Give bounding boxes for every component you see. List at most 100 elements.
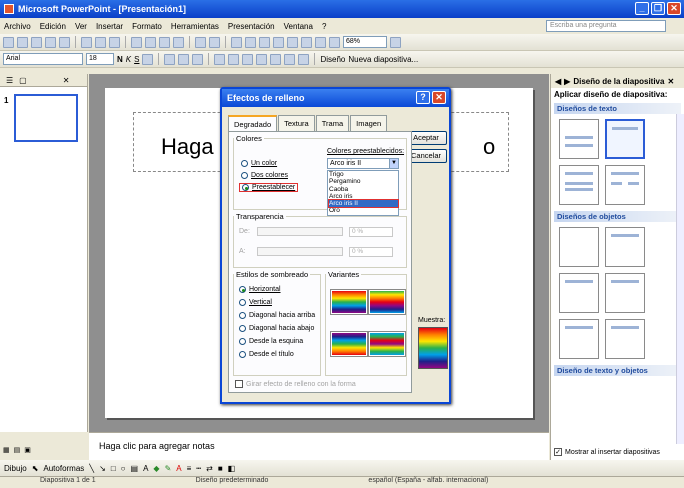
- fill-color-icon[interactable]: ◆: [153, 464, 159, 473]
- draw-menu[interactable]: Dibujo: [4, 464, 27, 473]
- layout-content-mixed[interactable]: [605, 319, 645, 359]
- rotate-with-shape[interactable]: Girar efecto de relleno con la forma: [235, 380, 356, 388]
- copy-icon[interactable]: [145, 36, 156, 48]
- align-left-icon[interactable]: [164, 53, 176, 65]
- wordart-icon[interactable]: A: [143, 464, 148, 473]
- 3d-style-icon[interactable]: ◧: [228, 464, 236, 473]
- close-pane-icon[interactable]: ✕: [63, 76, 70, 85]
- new-slide-button[interactable]: Nueva diapositiva...: [348, 55, 418, 64]
- numbering-icon[interactable]: [214, 53, 226, 65]
- radio-preset[interactable]: Preestablecer: [239, 183, 299, 192]
- normal-view-icon[interactable]: ▦: [3, 446, 10, 454]
- redo-icon[interactable]: [209, 36, 220, 48]
- print-icon[interactable]: [81, 36, 92, 48]
- line-style-icon[interactable]: ≡: [187, 464, 192, 473]
- new-icon[interactable]: [3, 36, 14, 48]
- sorter-view-icon[interactable]: ▤: [14, 446, 21, 454]
- style-diagonal-up[interactable]: Diagonal hacia arriba: [239, 312, 315, 319]
- color-grayscale-icon[interactable]: [329, 36, 340, 48]
- layout-title-slide[interactable]: [559, 119, 599, 159]
- slideshow-view-icon[interactable]: ▣: [24, 446, 31, 454]
- variant-1[interactable]: [330, 289, 368, 315]
- preset-option[interactable]: Caoba: [329, 186, 398, 193]
- menu-insertar[interactable]: Insertar: [96, 22, 123, 31]
- preset-colors-list[interactable]: Trigo Pergamino Caoba Arco iris Arco iri…: [327, 170, 399, 216]
- italic-button[interactable]: K: [126, 55, 131, 64]
- undo-icon[interactable]: [195, 36, 206, 48]
- font-color-draw-icon[interactable]: A: [176, 464, 181, 473]
- oval-icon[interactable]: ○: [121, 464, 126, 473]
- autoshapes-menu[interactable]: Autoformas: [43, 464, 84, 473]
- layout-two-content[interactable]: [605, 273, 645, 313]
- close-task-pane-icon[interactable]: ✕: [667, 77, 674, 86]
- menu-ver[interactable]: Ver: [75, 22, 87, 31]
- open-icon[interactable]: [17, 36, 28, 48]
- help-icon[interactable]: [390, 36, 401, 48]
- grid-icon[interactable]: [315, 36, 326, 48]
- cut-icon[interactable]: [131, 36, 142, 48]
- style-diagonal-down[interactable]: Diagonal hacia abajo: [239, 325, 314, 332]
- menu-archivo[interactable]: Archivo: [4, 22, 31, 31]
- expand-icon[interactable]: [287, 36, 298, 48]
- underline-button[interactable]: S: [134, 55, 139, 64]
- help-search-input[interactable]: Escriba una pregunta: [546, 20, 666, 32]
- show-on-insert[interactable]: ✓ Mostrar al insertar diapositivas: [554, 448, 660, 456]
- menu-formato[interactable]: Formato: [132, 22, 162, 31]
- font-color-icon[interactable]: [298, 53, 310, 65]
- zoom-select[interactable]: 68%: [343, 36, 387, 48]
- layout-two-columns[interactable]: [605, 165, 645, 205]
- variant-2[interactable]: [368, 289, 406, 315]
- email-icon[interactable]: [59, 36, 70, 48]
- style-vertical[interactable]: Vertical: [239, 299, 272, 306]
- menu-help[interactable]: ?: [322, 22, 326, 31]
- paste-icon[interactable]: [159, 36, 170, 48]
- restore-button[interactable]: ❐: [651, 2, 665, 15]
- slides-tab-icon[interactable]: ▢: [19, 76, 27, 85]
- align-right-icon[interactable]: [192, 53, 204, 65]
- preset-colors-select[interactable]: Arco iris II ▼: [327, 158, 399, 169]
- insert-hyperlink-icon[interactable]: [273, 36, 284, 48]
- back-icon[interactable]: ◀: [555, 77, 561, 86]
- style-from-title[interactable]: Desde el título: [239, 351, 294, 358]
- shadow-style-icon[interactable]: ■: [218, 464, 223, 473]
- menu-herramientas[interactable]: Herramientas: [171, 22, 219, 31]
- bold-button[interactable]: N: [117, 55, 123, 64]
- task-pane-scrollbar[interactable]: [676, 114, 684, 444]
- dash-style-icon[interactable]: ┅: [196, 464, 201, 473]
- slide-thumbnail[interactable]: [14, 94, 78, 142]
- radio-two-colors[interactable]: Dos colores: [241, 172, 288, 179]
- show-on-insert-checkbox[interactable]: ✓: [554, 448, 562, 456]
- insert-table-icon[interactable]: [245, 36, 256, 48]
- outline-tab-icon[interactable]: ☰: [6, 76, 13, 85]
- increase-font-icon[interactable]: [242, 53, 254, 65]
- minimize-button[interactable]: _: [635, 2, 649, 15]
- decrease-indent-icon[interactable]: [270, 53, 282, 65]
- from-percent[interactable]: 0 %: [349, 227, 393, 237]
- align-center-icon[interactable]: [178, 53, 190, 65]
- insert-chart-icon[interactable]: [231, 36, 242, 48]
- textbox-icon[interactable]: ▤: [131, 464, 139, 473]
- variant-3[interactable]: [330, 331, 368, 357]
- menu-edicion[interactable]: Edición: [40, 22, 66, 31]
- layout-title-only[interactable]: [605, 119, 645, 159]
- to-percent[interactable]: 0 %: [349, 247, 393, 257]
- layout-four-content[interactable]: [559, 319, 599, 359]
- from-slider[interactable]: [257, 227, 343, 236]
- menu-presentacion[interactable]: Presentación: [228, 22, 275, 31]
- select-arrow-icon[interactable]: ⬉: [32, 464, 39, 473]
- layout-content[interactable]: [605, 227, 645, 267]
- dialog-close-button[interactable]: ✕: [432, 91, 446, 104]
- permission-icon[interactable]: [45, 36, 56, 48]
- layout-title-text[interactable]: [559, 165, 599, 205]
- line-color-icon[interactable]: ✎: [165, 464, 172, 473]
- design-button[interactable]: Diseño: [320, 55, 345, 64]
- preview-icon[interactable]: [95, 36, 106, 48]
- increase-indent-icon[interactable]: [284, 53, 296, 65]
- preset-option[interactable]: Trigo: [329, 171, 398, 178]
- close-button[interactable]: ✕: [667, 2, 681, 15]
- dialog-help-button[interactable]: ?: [416, 91, 430, 104]
- decrease-font-icon[interactable]: [256, 53, 268, 65]
- font-size-select[interactable]: 18: [86, 53, 114, 65]
- bullets-icon[interactable]: [228, 53, 240, 65]
- notes-pane[interactable]: Haga clic para agregar notas: [89, 432, 549, 460]
